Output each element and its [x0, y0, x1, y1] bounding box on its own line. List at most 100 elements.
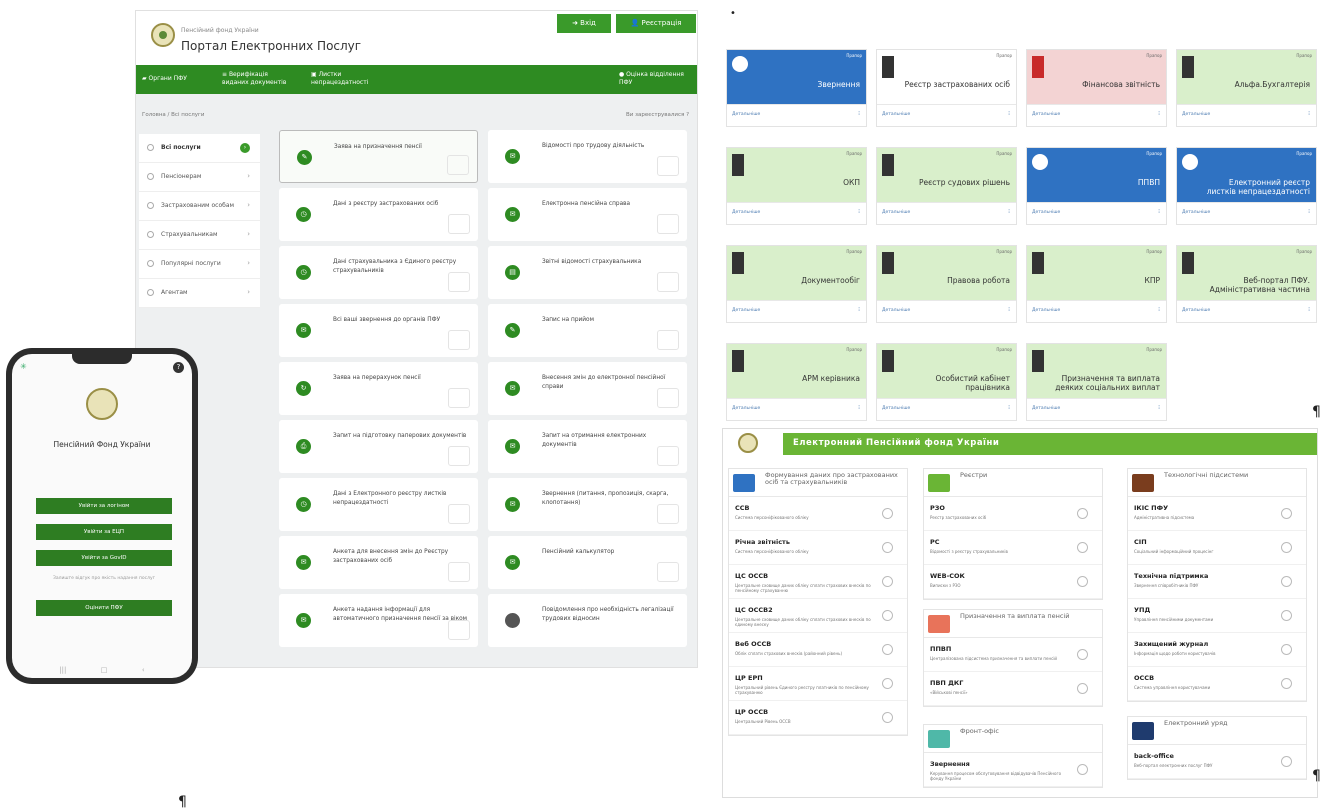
service-card[interactable]: ✉ Звернення (питання, пропозиція, скарга,… — [488, 478, 687, 531]
system-tile[interactable]: Прапор Особистий кабінет працівника Деталь… — [876, 343, 1017, 421]
radio-toggle[interactable] — [1281, 576, 1292, 587]
sidebar-item-all[interactable]: Всі послуги › — [139, 134, 260, 163]
login-eds-button[interactable]: Увійти за ЕЦП — [36, 524, 172, 540]
tile-more-link[interactable]: Детальніше — [1032, 406, 1060, 411]
menu-dots-icon[interactable]: ⁝ — [858, 404, 860, 411]
radio-toggle[interactable] — [882, 542, 893, 553]
system-tile[interactable]: Прапор ОКП Детальніше ⁝ — [726, 147, 867, 225]
menu-dots-icon[interactable]: ⁝ — [1308, 306, 1310, 313]
nav-rate-office[interactable]: ● Оцінка відділення ПФУ — [619, 71, 694, 87]
system-tile[interactable]: Прапор Веб-портал ПФУ. Адміністративна ча… — [1176, 245, 1317, 323]
system-tile[interactable]: Прапор Документообіг Детальніше ⁝ — [726, 245, 867, 323]
menu-dots-icon[interactable]: ⁝ — [858, 306, 860, 313]
tile-more-link[interactable]: Детальніше — [732, 112, 760, 117]
menu-dots-icon[interactable]: ⁝ — [1158, 208, 1160, 215]
service-card[interactable]: ✉ Запит на отримання електронних документ… — [488, 420, 687, 473]
menu-dots-icon[interactable]: ⁝ — [858, 208, 860, 215]
menu-dots-icon[interactable]: ⁝ — [1158, 404, 1160, 411]
radio-toggle[interactable] — [1281, 508, 1292, 519]
tile-more-link[interactable]: Детальніше — [1032, 308, 1060, 313]
rate-pfu-button[interactable]: Оцінити ПФУ — [36, 600, 172, 616]
help-icon[interactable]: ? — [173, 362, 184, 373]
recent-apps-icon[interactable]: ||| — [59, 666, 66, 674]
radio-toggle[interactable] — [1077, 542, 1088, 553]
tile-more-link[interactable]: Детальніше — [1032, 112, 1060, 117]
radio-toggle[interactable] — [1281, 678, 1292, 689]
menu-dots-icon[interactable]: ⁝ — [858, 110, 860, 117]
tile-more-link[interactable]: Детальніше — [882, 210, 910, 215]
subsystem-row[interactable]: ЦС ОССВ2 Центральне сховище даних обліку … — [729, 599, 907, 633]
service-card[interactable]: ▤ Звітні відомості страхувальника — [488, 246, 687, 299]
service-card[interactable]: ✉ Відомості про трудову діяльність — [488, 130, 687, 183]
subsystem-row[interactable]: ОССВ Система управління користувачами — [1128, 667, 1306, 701]
login-govid-button[interactable]: Увійти за GovID — [36, 550, 172, 566]
subsystem-row[interactable]: Веб ОССВ Облік сплати страхових внесків (… — [729, 633, 907, 667]
radio-toggle[interactable] — [882, 610, 893, 621]
menu-dots-icon[interactable]: ⁝ — [1158, 110, 1160, 117]
system-tile[interactable]: Прапор Реєстр судових рішень Детальніше ⁝ — [876, 147, 1017, 225]
login-button[interactable]: ➜ Вхід — [557, 14, 611, 33]
menu-dots-icon[interactable]: ⁝ — [1308, 208, 1310, 215]
radio-toggle[interactable] — [1077, 764, 1088, 775]
menu-dots-icon[interactable]: ⁝ — [1008, 306, 1010, 313]
nav-pfu-bodies[interactable]: ▰ Органи ПФУ — [142, 75, 187, 83]
radio-toggle[interactable] — [882, 644, 893, 655]
tile-more-link[interactable]: Детальніше — [1182, 210, 1210, 215]
home-icon[interactable]: □ — [101, 666, 108, 674]
tile-more-link[interactable]: Детальніше — [732, 308, 760, 313]
service-card[interactable]: ✉ Всі ваші звернення до органів ПФУ — [279, 304, 478, 357]
sidebar-item-insured[interactable]: Застрахованим особам › — [139, 192, 260, 221]
service-card[interactable]: ✉ Внесення змін до електронної пенсійної … — [488, 362, 687, 415]
breadcrumb[interactable]: Головна / Всі послуги — [142, 112, 204, 118]
radio-toggle[interactable] — [882, 712, 893, 723]
system-tile[interactable]: Прапор КПР Детальніше ⁝ — [1026, 245, 1167, 323]
subsystem-row[interactable]: ППВП Централізована підсистема призначенн… — [924, 638, 1102, 672]
subsystem-row[interactable]: ЦР ЕРП Центральний рівень Єдиного реєстру… — [729, 667, 907, 701]
tile-more-link[interactable]: Детальніше — [732, 406, 760, 411]
sidebar-item-agents[interactable]: Агентам › — [139, 279, 260, 308]
service-card[interactable]: ↻ Заява на перерахунок пенсії — [279, 362, 478, 415]
service-card[interactable]: ⎙ Запит на підготовку паперових документі… — [279, 420, 478, 473]
subsystem-row[interactable]: ПВП ДКГ «Військові пенсії» — [924, 672, 1102, 706]
menu-dots-icon[interactable]: ⁝ — [1158, 306, 1160, 313]
radio-toggle[interactable] — [1281, 644, 1292, 655]
menu-dots-icon[interactable]: ⁝ — [1008, 404, 1010, 411]
radio-toggle[interactable] — [1077, 576, 1088, 587]
subsystem-row[interactable]: WEB-СОК Виписки з РЗО — [924, 565, 1102, 599]
subsystem-row[interactable]: РЗО Реєстр застрахованих осіб — [924, 497, 1102, 531]
service-card[interactable]: ◷ Дані з реєстру застрахованих осіб — [279, 188, 478, 241]
radio-toggle[interactable] — [1281, 756, 1292, 767]
menu-dots-icon[interactable]: ⁝ — [1308, 110, 1310, 117]
system-tile[interactable]: Прапор Звернення Детальніше ⁝ — [726, 49, 867, 127]
subsystem-row[interactable]: УПД Управління пенсійними документами — [1128, 599, 1306, 633]
radio-toggle[interactable] — [882, 576, 893, 587]
sidebar-item-pensioners[interactable]: Пенсіонерам › — [139, 163, 260, 192]
service-card[interactable]: ✉ Пенсійний калькулятор — [488, 536, 687, 589]
system-tile[interactable]: Прапор АРМ керівника Детальніше ⁝ — [726, 343, 867, 421]
subsystem-row[interactable]: Звернення Керування процесом обслуговуван… — [924, 753, 1102, 787]
subsystem-row[interactable]: ІКІС ПФУ Адміністративна підсистема — [1128, 497, 1306, 531]
radio-toggle[interactable] — [882, 678, 893, 689]
system-tile[interactable]: Прапор Правова робота Детальніше ⁝ — [876, 245, 1017, 323]
subsystem-row[interactable]: РС Відомості з реєстру страхувальників — [924, 531, 1102, 565]
system-tile[interactable]: Прапор Альфа.Бухгалтерія Детальніше ⁝ — [1176, 49, 1317, 127]
subsystem-row[interactable]: Захищений журнал Інформація щодо роботи к… — [1128, 633, 1306, 667]
service-card[interactable]: ✉ Анкета надання інформації для автоматич… — [279, 594, 478, 647]
service-card[interactable]: ✎ Заява на призначення пенсії — [279, 130, 478, 183]
tile-more-link[interactable]: Детальніше — [882, 406, 910, 411]
register-button[interactable]: 👤 Реєстрація — [616, 14, 696, 33]
radio-toggle[interactable] — [1077, 683, 1088, 694]
menu-dots-icon[interactable]: ⁝ — [1008, 110, 1010, 117]
service-card[interactable]: ✉ Анкета для внесення змін до Реєстру зас… — [279, 536, 478, 589]
system-tile[interactable]: Прапор Реєстр застрахованих осіб Детальніш… — [876, 49, 1017, 127]
subsystem-row[interactable]: Річна звітність Система персоніфікованого… — [729, 531, 907, 565]
radio-toggle[interactable] — [1077, 649, 1088, 660]
pfu-emblem-icon[interactable] — [151, 23, 175, 47]
radio-toggle[interactable] — [1077, 508, 1088, 519]
system-tile[interactable]: Прапор Призначення та виплата деяких соці… — [1026, 343, 1167, 421]
system-tile[interactable]: Прапор Фінансова звітність Детальніше ⁝ — [1026, 49, 1167, 127]
service-card[interactable]: ◷ Дані з Електронного реєстру листків неп… — [279, 478, 478, 531]
subsystem-row[interactable]: ЦС ОССВ Центральне сховище даних обліку с… — [729, 565, 907, 599]
tile-more-link[interactable]: Детальніше — [1182, 308, 1210, 313]
tile-more-link[interactable]: Детальніше — [1032, 210, 1060, 215]
